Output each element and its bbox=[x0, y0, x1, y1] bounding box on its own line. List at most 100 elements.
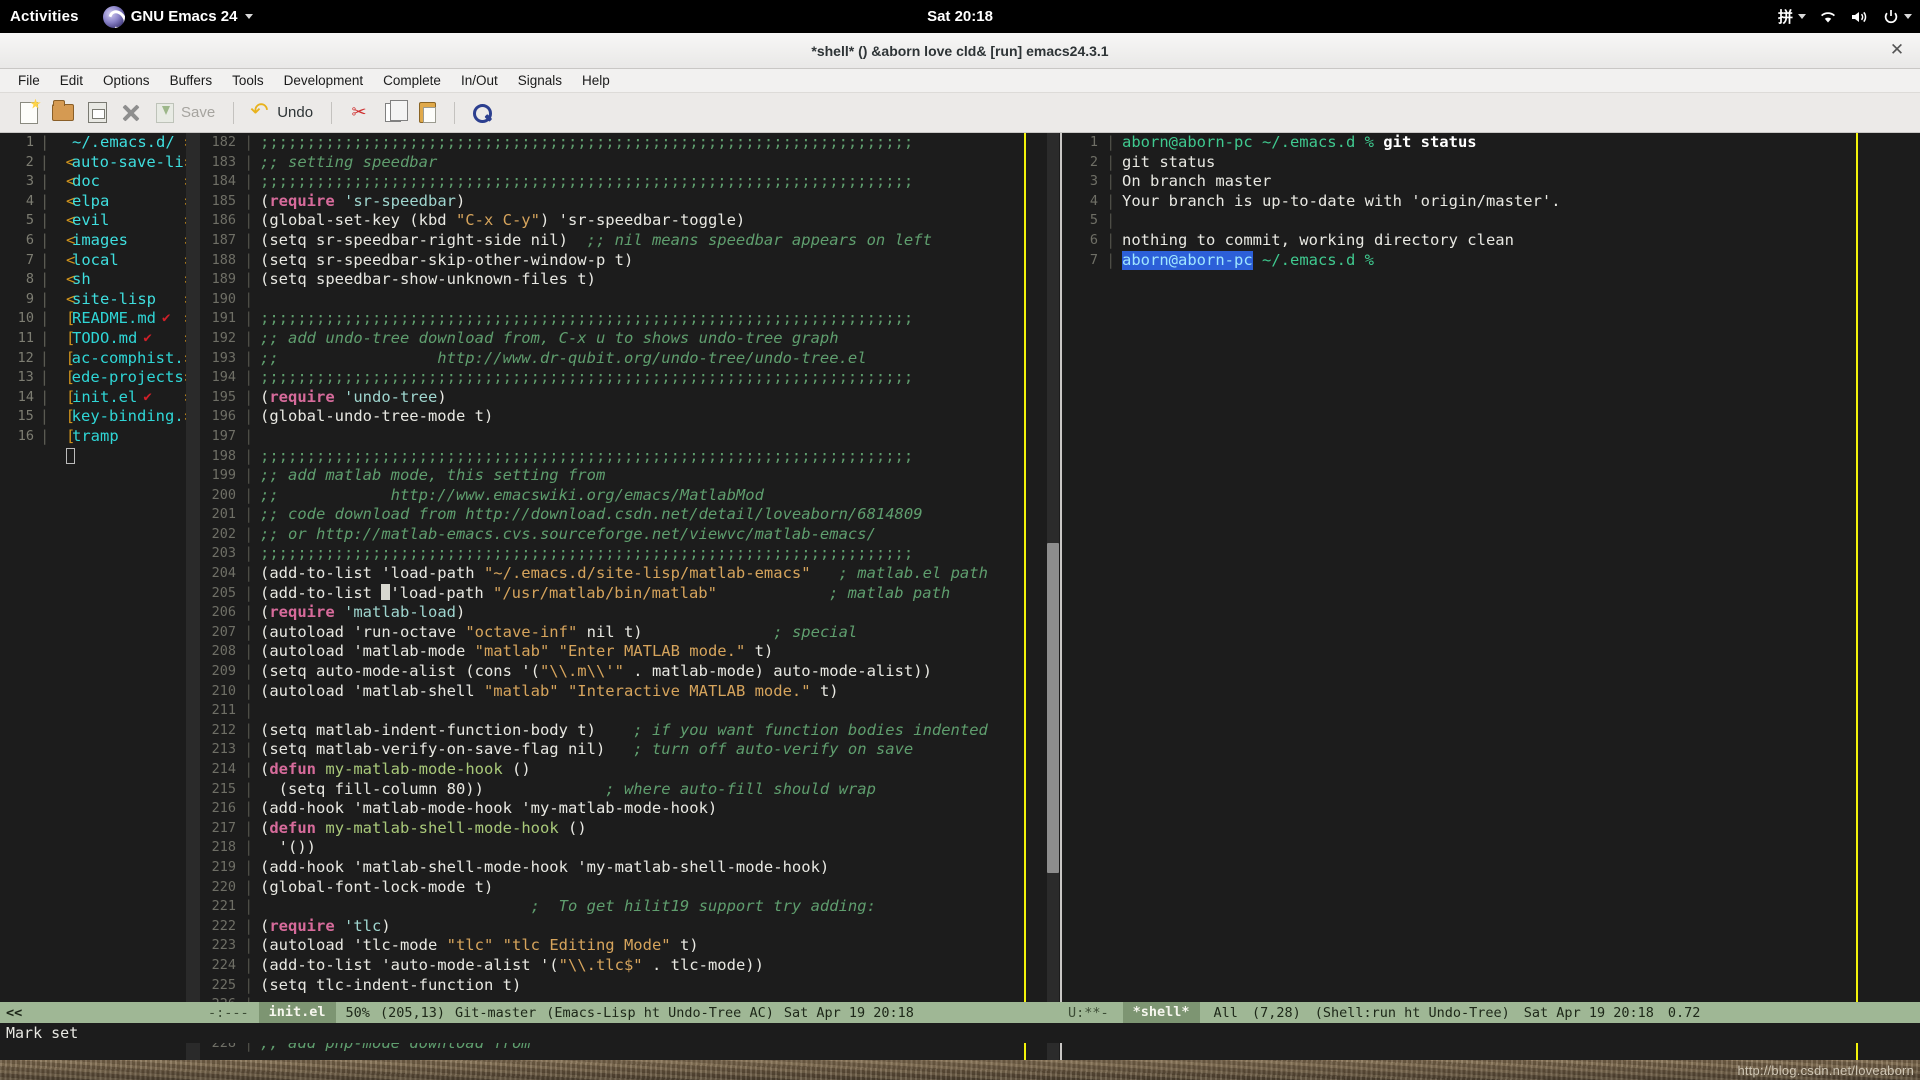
code-line[interactable]: 198 |;;;;;;;;;;;;;;;;;;;;;;;;;;;;;;;;;;;;… bbox=[200, 447, 1060, 467]
app-menu-emacs[interactable]: GNU Emacs 24 bbox=[93, 5, 264, 28]
file-bracket-icon[interactable]: [ bbox=[54, 368, 75, 388]
speedbar-item[interactable]: 12|[ac-comphist.» bbox=[0, 349, 199, 369]
code-line[interactable]: 208 | (autoload 'matlab-mode "matlab" "Ent… bbox=[200, 642, 1060, 662]
code-editor-pane[interactable]: 182 |;;;;;;;;;;;;;;;;;;;;;;;;;;;;;;;;;;;;… bbox=[200, 133, 1060, 1063]
expand-icon[interactable]: < bbox=[54, 290, 75, 310]
search-button[interactable] bbox=[467, 98, 497, 128]
save-as-button[interactable] bbox=[82, 98, 112, 128]
shell-line[interactable]: 2 | git status bbox=[1062, 153, 1920, 173]
close-buffer-button[interactable] bbox=[116, 98, 146, 128]
speedbar-pane[interactable]: 1|~/.emacs.d/»2|<auto-save-li»3|<doc»4|<… bbox=[0, 133, 200, 1063]
shell-line[interactable]: 6 | nothing to commit, working directory c… bbox=[1062, 231, 1920, 251]
modeline-code[interactable]: -:--- init.el 50% (205,13) Git-master (E… bbox=[200, 1002, 1060, 1023]
menu-item-buffers[interactable]: Buffers bbox=[160, 73, 223, 88]
menu-item-complete[interactable]: Complete bbox=[373, 73, 451, 88]
expand-icon[interactable]: < bbox=[54, 270, 75, 290]
undo-button[interactable]: Undo bbox=[246, 98, 319, 128]
code-line[interactable]: 200 | ;; http://www.emacswiki.org/emacs/Ma… bbox=[200, 486, 1060, 506]
speedbar-item[interactable]: 8|<sh» bbox=[0, 270, 199, 290]
speedbar-item[interactable]: 5|<evil» bbox=[0, 211, 199, 231]
expand-icon[interactable]: < bbox=[54, 231, 75, 251]
scrollbar-thumb[interactable] bbox=[1047, 543, 1059, 873]
save-button[interactable]: Save bbox=[150, 98, 221, 128]
code-line[interactable]: 220 | (global-font-lock-mode t) bbox=[200, 878, 1060, 898]
code-line[interactable]: 192 | ;; add undo-tree download from, C-x … bbox=[200, 329, 1060, 349]
code-line[interactable]: 214 | (defun my-matlab-mode-hook () bbox=[200, 760, 1060, 780]
shell-line[interactable]: 7 | aborn@aborn-pc ~/.emacs.d % bbox=[1062, 250, 1920, 271]
speedbar-item[interactable]: 7|<local» bbox=[0, 251, 199, 271]
code-line[interactable]: 188 | (setq sr-speedbar-skip-other-window-… bbox=[200, 251, 1060, 271]
panel-clock[interactable]: Sat 20:18 bbox=[0, 8, 1920, 25]
code-line[interactable]: 223 | (autoload 'tlc-mode "tlc" "tlc Editi… bbox=[200, 936, 1060, 956]
code-line[interactable]: 185 | (require 'sr-speedbar) bbox=[200, 192, 1060, 212]
menu-item-tools[interactable]: Tools bbox=[222, 73, 274, 88]
wifi-icon[interactable] bbox=[1819, 10, 1837, 24]
code-line[interactable]: 211 | bbox=[200, 701, 1060, 721]
code-line[interactable]: 224 | (add-to-list 'auto-mode-alist '("\\.… bbox=[200, 956, 1060, 976]
code-line[interactable]: 210 | (autoload 'matlab-shell "matlab" "In… bbox=[200, 682, 1060, 702]
code-line[interactable]: 204 | (add-to-list 'load-path "~/.emacs.d/… bbox=[200, 564, 1060, 584]
code-scrollbar[interactable] bbox=[1047, 133, 1059, 1063]
shell-line[interactable]: 3 | On branch master bbox=[1062, 172, 1920, 192]
speedbar-item[interactable]: 16 |[tramp bbox=[0, 427, 199, 447]
code-line[interactable]: 195 | (require 'undo-tree) bbox=[200, 388, 1060, 408]
menu-item-file[interactable]: File bbox=[8, 73, 50, 88]
code-line[interactable]: 193 | ;; http://www.dr-qubit.org/undo-tree… bbox=[200, 349, 1060, 369]
speedbar-item[interactable]: 13|[ede-projects» bbox=[0, 368, 199, 388]
speedbar-item[interactable]: 11|[TODO.md✔» bbox=[0, 329, 199, 349]
code-line[interactable]: 184 |;;;;;;;;;;;;;;;;;;;;;;;;;;;;;;;;;;;;… bbox=[200, 172, 1060, 192]
speedbar-item[interactable]: 2|<auto-save-li» bbox=[0, 153, 199, 173]
code-line[interactable]: 197 | bbox=[200, 427, 1060, 447]
code-line[interactable]: 215 | (setq fill-column 80)) ; where auto… bbox=[200, 780, 1060, 800]
code-line[interactable]: 219 | (add-hook 'matlab-shell-mode-hook 'm… bbox=[200, 858, 1060, 878]
code-line[interactable]: 201 | ;; code download from http://downloa… bbox=[200, 505, 1060, 525]
code-line[interactable]: 206 | (require 'matlab-load) bbox=[200, 603, 1060, 623]
code-line[interactable]: 202 | ;; or http://matlab-emacs.cvs.source… bbox=[200, 525, 1060, 545]
expand-icon[interactable]: < bbox=[54, 251, 75, 271]
code-line[interactable]: 194 |;;;;;;;;;;;;;;;;;;;;;;;;;;;;;;;;;;;;… bbox=[200, 368, 1060, 388]
shell-pane[interactable]: 1 | aborn@aborn-pc ~/.emacs.d % git status… bbox=[1060, 133, 1920, 1063]
modeline-shell[interactable]: U:**- *shell* All (7,28) (Shell:run ht U… bbox=[1060, 1002, 1920, 1023]
file-bracket-icon[interactable]: [ bbox=[54, 388, 75, 408]
menu-item-development[interactable]: Development bbox=[274, 73, 374, 88]
file-bracket-icon[interactable]: [ bbox=[54, 309, 75, 329]
speedbar-item[interactable]: 9|<site-lisp» bbox=[0, 290, 199, 310]
expand-icon[interactable]: < bbox=[54, 172, 75, 192]
code-line[interactable]: 213 | (setq matlab-verify-on-save-flag nil… bbox=[200, 740, 1060, 760]
code-line[interactable]: 205 | (add-to-list 'load-path "/usr/matlab… bbox=[200, 583, 1060, 604]
menu-item-in-out[interactable]: In/Out bbox=[451, 73, 508, 88]
expand-icon[interactable]: < bbox=[54, 192, 75, 212]
file-bracket-icon[interactable]: [ bbox=[54, 349, 75, 369]
code-line[interactable]: 182 |;;;;;;;;;;;;;;;;;;;;;;;;;;;;;;;;;;;;… bbox=[200, 133, 1060, 153]
code-line[interactable]: 203 |;;;;;;;;;;;;;;;;;;;;;;;;;;;;;;;;;;;;… bbox=[200, 544, 1060, 564]
code-line[interactable]: 217 | (defun my-matlab-shell-mode-hook () bbox=[200, 819, 1060, 839]
code-line[interactable]: 189 | (setq speedbar-show-unknown-files t) bbox=[200, 270, 1060, 290]
paste-button[interactable] bbox=[412, 98, 442, 128]
code-line[interactable]: 190 | bbox=[200, 290, 1060, 310]
speedbar-item[interactable]: 3|<doc» bbox=[0, 172, 199, 192]
expand-icon[interactable]: < bbox=[54, 211, 75, 231]
code-line[interactable]: 186 | (global-set-key (kbd "C-x C-y") 'sr-… bbox=[200, 211, 1060, 231]
file-bracket-icon[interactable]: [ bbox=[54, 427, 75, 447]
cut-button[interactable]: ✂ bbox=[344, 98, 374, 128]
speedbar-item[interactable]: 1|~/.emacs.d/» bbox=[0, 133, 199, 153]
speedbar-item[interactable]: 14|[init.el✔» bbox=[0, 388, 199, 408]
close-icon[interactable]: ✕ bbox=[1888, 42, 1906, 60]
code-line[interactable]: 222 | (require 'tlc) bbox=[200, 917, 1060, 937]
open-file-button[interactable] bbox=[48, 98, 78, 128]
code-line[interactable]: 183 | ;; setting speedbar bbox=[200, 153, 1060, 173]
file-bracket-icon[interactable]: [ bbox=[54, 329, 75, 349]
input-method-indicator[interactable]: 拼 bbox=[1778, 6, 1806, 27]
menu-item-help[interactable]: Help bbox=[572, 73, 620, 88]
power-icon[interactable] bbox=[1883, 9, 1912, 25]
menu-item-edit[interactable]: Edit bbox=[50, 73, 93, 88]
shell-line[interactable]: 1 | aborn@aborn-pc ~/.emacs.d % git status bbox=[1062, 133, 1920, 153]
shell-line[interactable]: 5 | bbox=[1062, 211, 1920, 231]
code-line[interactable]: 225 | (setq tlc-indent-function t) bbox=[200, 976, 1060, 996]
new-file-button[interactable] bbox=[14, 98, 44, 128]
code-line[interactable]: 221 | ; To get hilit19 support try adding… bbox=[200, 897, 1060, 917]
speedbar-item[interactable]: 10|[README.md✔» bbox=[0, 309, 199, 329]
code-line[interactable]: 212 | (setq matlab-indent-function-body t)… bbox=[200, 721, 1060, 741]
speedbar-item[interactable]: 15|[key-binding.» bbox=[0, 407, 199, 427]
code-line[interactable]: 196 | (global-undo-tree-mode t) bbox=[200, 407, 1060, 427]
